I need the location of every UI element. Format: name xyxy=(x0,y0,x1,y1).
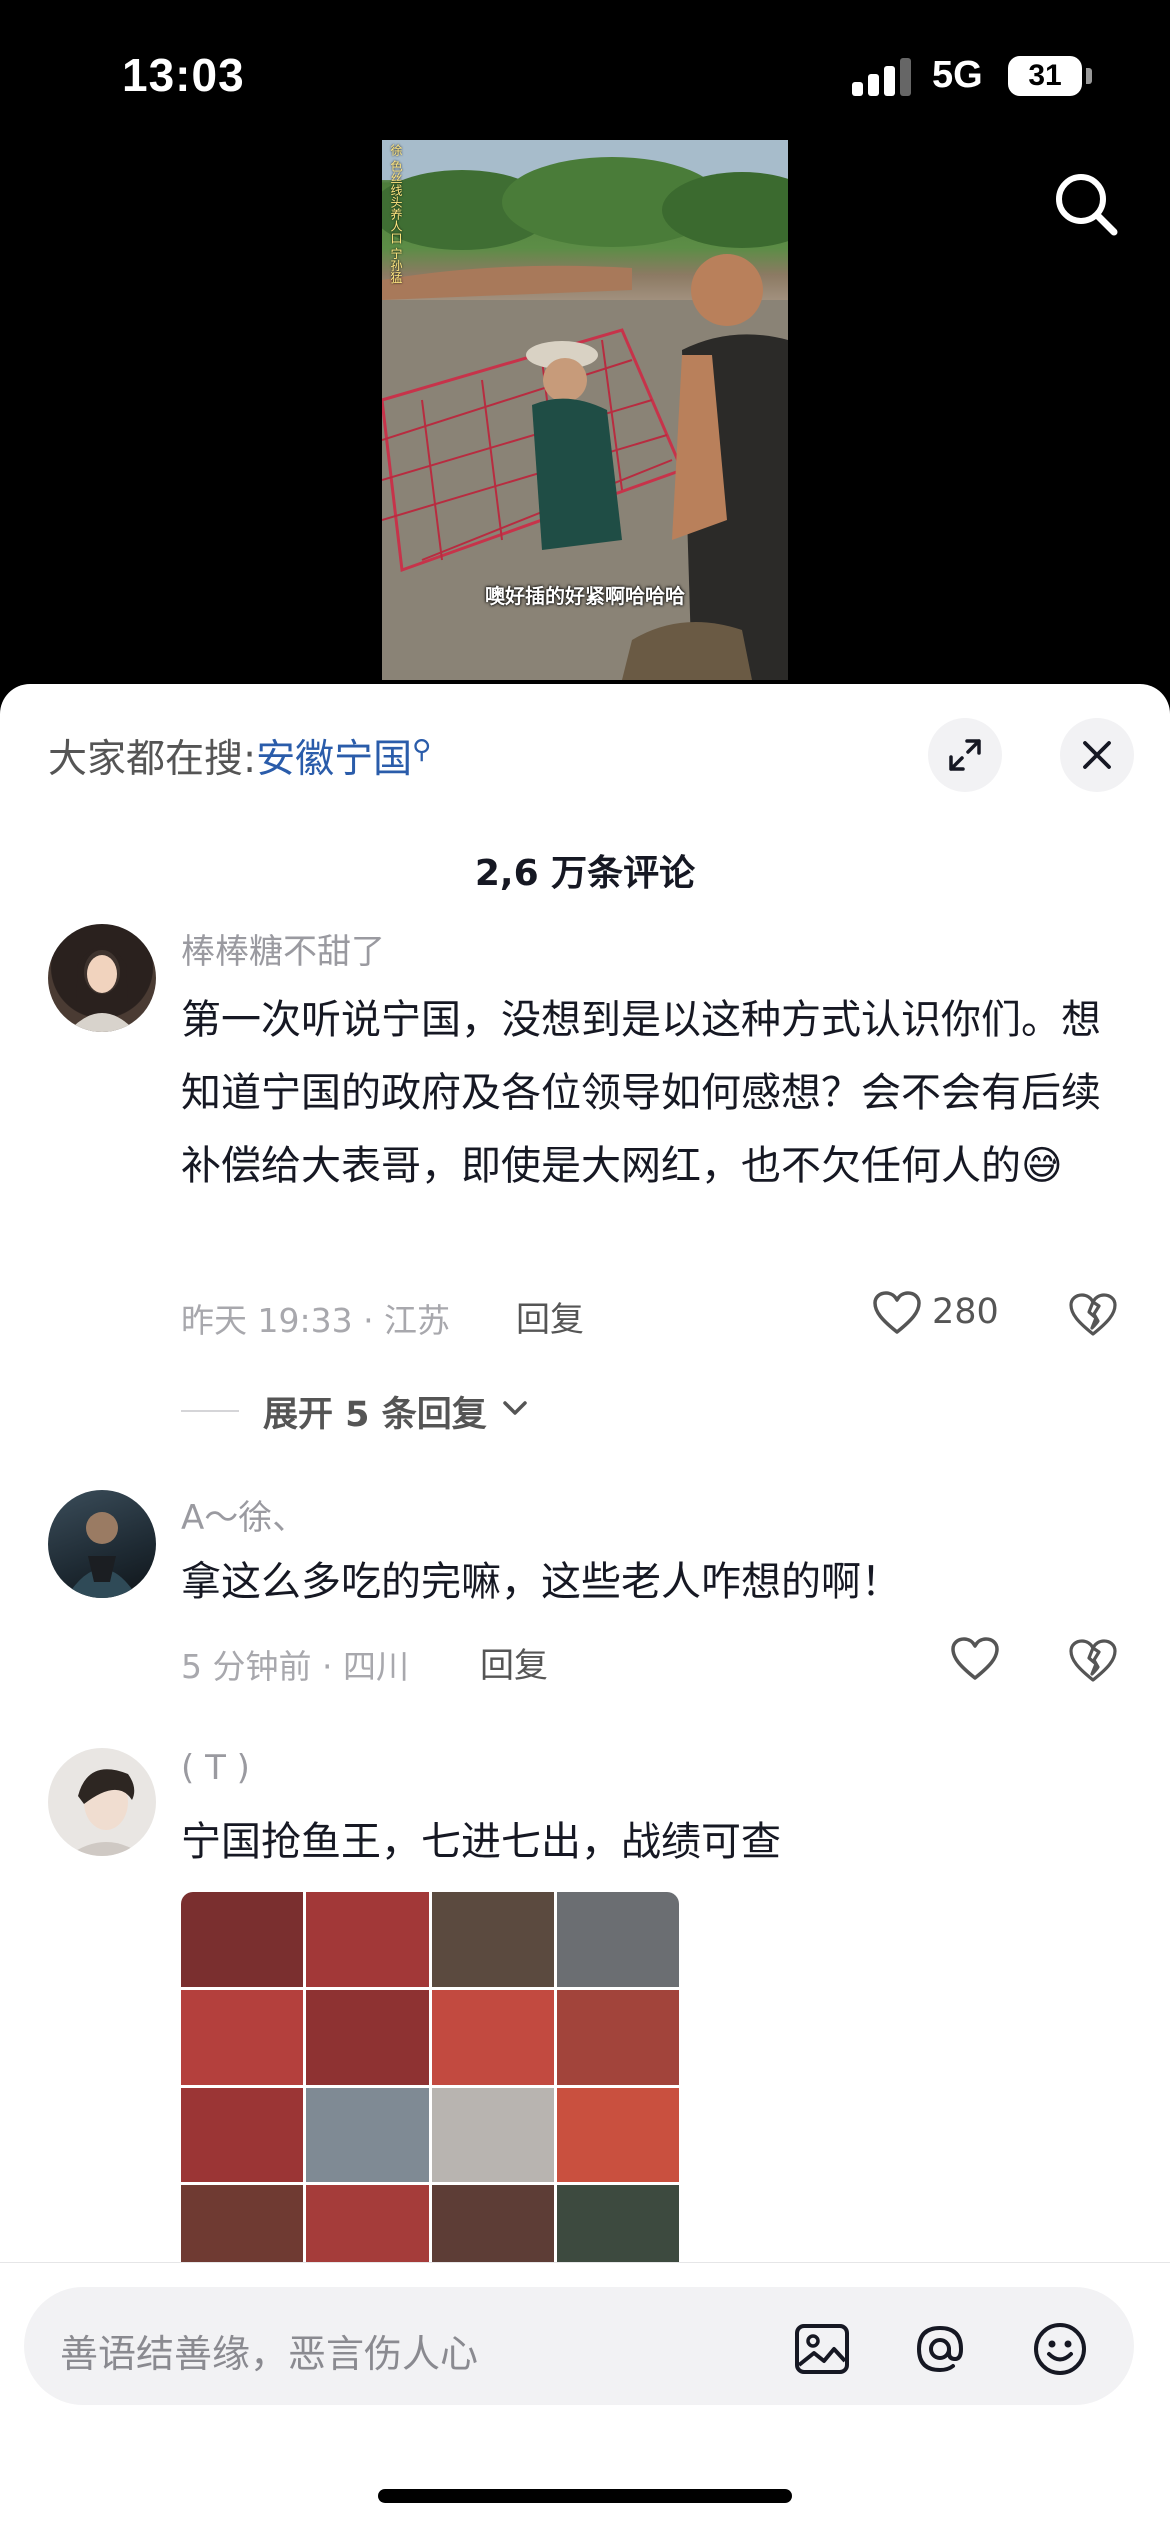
image-icon xyxy=(795,2324,849,2374)
signal-icon xyxy=(852,58,914,96)
expand-icon xyxy=(949,739,981,771)
at-sign-icon xyxy=(916,2325,964,2373)
comment-username[interactable]: A～徐、 xyxy=(181,1490,306,1539)
comment-meta: 5 分钟前 · 四川 xyxy=(181,1647,409,1686)
reply-button[interactable]: 回复 xyxy=(516,1292,584,1341)
divider-line xyxy=(181,1410,239,1412)
home-indicator[interactable] xyxy=(378,2489,792,2503)
expand-button[interactable] xyxy=(928,718,1002,792)
avatar-figure xyxy=(68,1769,144,1856)
like-button[interactable] xyxy=(950,1632,1000,1688)
comment-count: 2,6 万条评论 xyxy=(474,853,696,894)
comment-text: 第一次听说宁国，没想到是以这种方式认识你们。想知道宁国的政府及各位领导如何感想？… xyxy=(181,997,1101,1189)
comment-text: 拿这么多吃的完嘛，这些老人咋想的啊！ xyxy=(181,1559,901,1605)
reply-button[interactable]: 回复 xyxy=(480,1638,548,1687)
image-button[interactable] xyxy=(792,2319,852,2379)
chevron-down-icon xyxy=(503,1401,527,1415)
battery-indicator: 31 xyxy=(1008,56,1082,96)
search-icon xyxy=(1056,174,1118,236)
comment-input-bar: 善语结善缘，恶言伤人心 xyxy=(0,2262,1170,2532)
battery-tip xyxy=(1086,68,1092,84)
search-suggestion-keyword[interactable]: 安徽宁国 xyxy=(256,737,412,782)
dislike-button[interactable] xyxy=(1068,1292,1118,1342)
comment-image-grid[interactable] xyxy=(181,1892,679,2280)
search-button[interactable] xyxy=(1050,168,1122,240)
comment-meta: 昨天 19:33 · 江苏 xyxy=(181,1301,451,1340)
mention-button[interactable] xyxy=(910,2319,970,2379)
emoji-button[interactable] xyxy=(1030,2319,1090,2379)
comment-username[interactable]: 棒棒糖不甜了 xyxy=(181,924,385,973)
heart-icon xyxy=(951,1637,999,1680)
status-bar: 13:03 5G 31 xyxy=(0,0,1170,140)
like-count: 280 xyxy=(932,1292,999,1332)
close-button[interactable] xyxy=(1060,718,1134,792)
broken-heart-icon xyxy=(1069,1293,1117,1336)
comment-input-placeholder: 善语结善缘，恶言伤人心 xyxy=(60,2332,479,2376)
close-icon xyxy=(1083,741,1111,769)
like-button[interactable]: 280 xyxy=(872,1286,1012,1342)
avatar-figure xyxy=(68,946,136,1032)
comment-username[interactable]: ( T ) xyxy=(181,1748,250,1788)
video-side-text: 徐 色丝线头养人口 宁孙猛 xyxy=(389,144,403,284)
search-small-icon: ⚲ xyxy=(412,735,432,765)
broken-heart-icon xyxy=(1069,1639,1117,1682)
avatar[interactable] xyxy=(48,1490,156,1598)
avatar[interactable] xyxy=(48,1748,156,1856)
comment-text: 宁国抢鱼王，七进七出，战绩可查 xyxy=(181,1819,781,1865)
heart-icon xyxy=(873,1291,921,1334)
emoji-icon xyxy=(1034,2323,1086,2375)
network-type: 5G xyxy=(932,54,983,96)
expand-replies-label: 展开 5 条回复 xyxy=(263,1395,487,1435)
avatar-figure xyxy=(66,1512,138,1598)
video-thumbnail[interactable]: 徐 色丝线头养人口 宁孙猛 噢好插的好紧啊哈哈哈 xyxy=(382,140,788,680)
video-area[interactable]: 徐 色丝线头养人口 宁孙猛 噢好插的好紧啊哈哈哈 xyxy=(0,140,1170,700)
status-time: 13:03 xyxy=(122,49,245,101)
avatar[interactable] xyxy=(48,924,156,1032)
dislike-button[interactable] xyxy=(1068,1638,1118,1688)
comment-panel: 大家都在搜:安徽宁国⚲ 2,6 万条评论 棒棒糖不甜了 第一次听说宁国，没想到是… xyxy=(0,684,1170,2532)
video-caption: 噢好插的好紧啊哈哈哈 xyxy=(485,584,685,608)
search-suggestion-prefix: 大家都在搜: xyxy=(48,737,257,782)
search-suggestion[interactable]: 大家都在搜:安徽宁国⚲ xyxy=(48,728,431,784)
